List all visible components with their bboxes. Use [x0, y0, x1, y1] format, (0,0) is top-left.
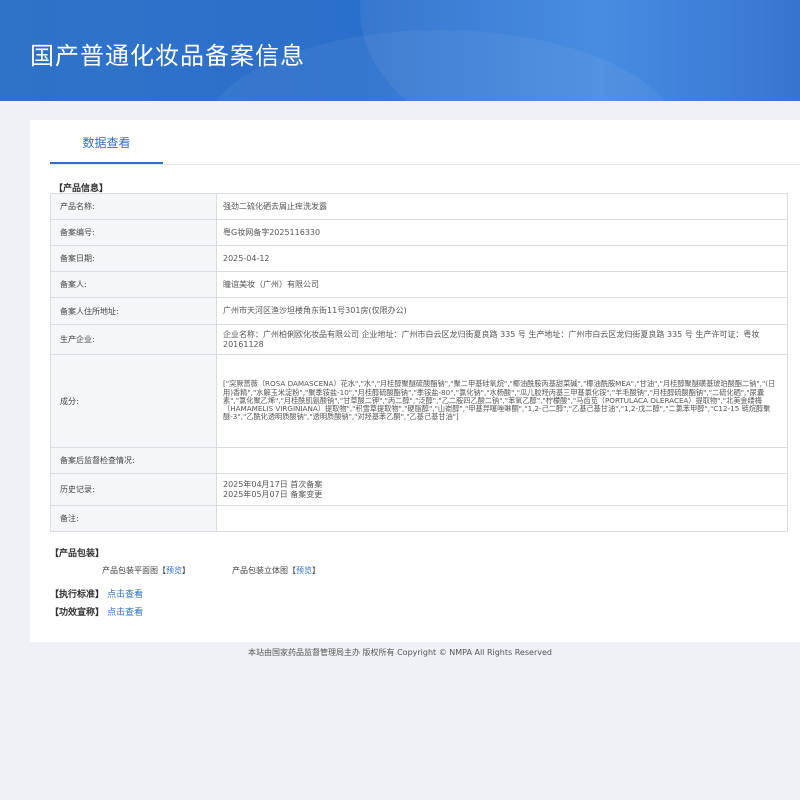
history-entry: 2025年04月17日 首次备案	[223, 480, 323, 489]
product-name-value: 强劲二硫化硒去屑止痒洗发露	[216, 193, 788, 220]
header-banner: 国产普通化妆品备案信息	[0, 0, 800, 101]
table-row: 备案人: 瞳谊美妆（广州）有限公司	[50, 271, 788, 298]
bracket: 【	[288, 566, 296, 575]
row-label: 产品名称:	[50, 193, 217, 220]
packaging-flat: 产品包装平面图【预览】	[102, 565, 190, 576]
row-label: 备注:	[50, 505, 217, 532]
row-label: 备案日期:	[50, 245, 217, 272]
ingredients-value: ["突厥蔷薇（ROSA DAMASCENA）花水","水","月桂醇聚醚硫酸酯钠…	[216, 354, 788, 448]
tab-bar: 数据查看	[50, 120, 800, 165]
table-row: 备案人住所地址: 广州市天河区渔沙坦楼角东街11号301房(仅限办公)	[50, 297, 788, 325]
row-label: 备案后监督检查情况:	[50, 447, 217, 474]
bracket: 】	[182, 566, 190, 575]
table-row: 生产企业: 企业名称：广州柏俐欧化妆品有限公司 企业地址：广州市白云区龙归街夏良…	[50, 324, 788, 355]
page-title: 国产普通化妆品备案信息	[30, 42, 305, 70]
footer-copyright: 本站由国家药品监督管理局主办 版权所有 Copyright © NMPA All…	[248, 648, 552, 657]
preview-solid-link[interactable]: 预览	[296, 566, 312, 575]
remarks-value	[216, 505, 788, 532]
packaging-solid-label: 产品包装立体图	[232, 566, 288, 575]
table-row: 备案后监督检查情况:	[50, 447, 788, 474]
table-row: 备注:	[50, 505, 788, 532]
inspection-value	[216, 447, 788, 474]
registration-date-value: 2025-04-12	[216, 245, 788, 272]
row-label: 成分:	[50, 354, 217, 448]
packaging-solid: 产品包装立体图【预览】	[232, 565, 320, 576]
table-row: 备案编号: 粤G妆网备字2025116330	[50, 219, 788, 246]
preview-flat-link[interactable]: 预览	[166, 566, 182, 575]
standard-view-link[interactable]: 点击查看	[107, 590, 143, 600]
packaging-flat-label: 产品包装平面图	[102, 566, 158, 575]
table-row: 成分: ["突厥蔷薇（ROSA DAMASCENA）花水","水","月桂醇聚醚…	[50, 354, 788, 448]
row-label: 备案人住所地址:	[50, 297, 217, 325]
row-label: 生产企业:	[50, 324, 217, 355]
row-label: 备案编号:	[50, 219, 217, 246]
table-row: 历史记录: 2025年04月17日 首次备案 2025年05月07日 备案变更	[50, 473, 788, 506]
history-entry: 2025年05月07日 备案变更	[223, 489, 323, 499]
registrant-value: 瞳谊美妆（广州）有限公司	[216, 271, 788, 298]
tab-data-view[interactable]: 数据查看	[50, 120, 163, 164]
bracket: 【	[158, 566, 166, 575]
standard-title: 【执行标准】	[50, 590, 105, 600]
table-row: 产品名称: 强劲二硫化硒去屑止痒洗发露	[50, 193, 788, 220]
standard-section: 【执行标准】 点击查看	[50, 587, 143, 600]
efficacy-title: 【功效宣称】	[50, 608, 105, 618]
manufacturer-value: 企业名称：广州柏俐欧化妆品有限公司 企业地址：广州市白云区龙归街夏良路 335 …	[216, 324, 788, 355]
registrant-address-value: 广州市天河区渔沙坦楼角东街11号301房(仅限办公)	[216, 297, 788, 325]
product-info-table: 产品名称: 强劲二硫化硒去屑止痒洗发露 备案编号: 粤G妆网备字20251163…	[50, 193, 788, 532]
packaging-title: 【产品包装】	[50, 549, 105, 559]
row-label: 备案人:	[50, 271, 217, 298]
table-row: 备案日期: 2025-04-12	[50, 245, 788, 272]
history-value: 2025年04月17日 首次备案 2025年05月07日 备案变更	[216, 473, 788, 506]
row-label: 历史记录:	[50, 473, 217, 506]
efficacy-section: 【功效宣称】 点击查看	[50, 605, 143, 618]
registration-number-value: 粤G妆网备字2025116330	[216, 219, 788, 246]
bracket: 】	[312, 566, 320, 575]
efficacy-view-link[interactable]: 点击查看	[107, 608, 143, 618]
